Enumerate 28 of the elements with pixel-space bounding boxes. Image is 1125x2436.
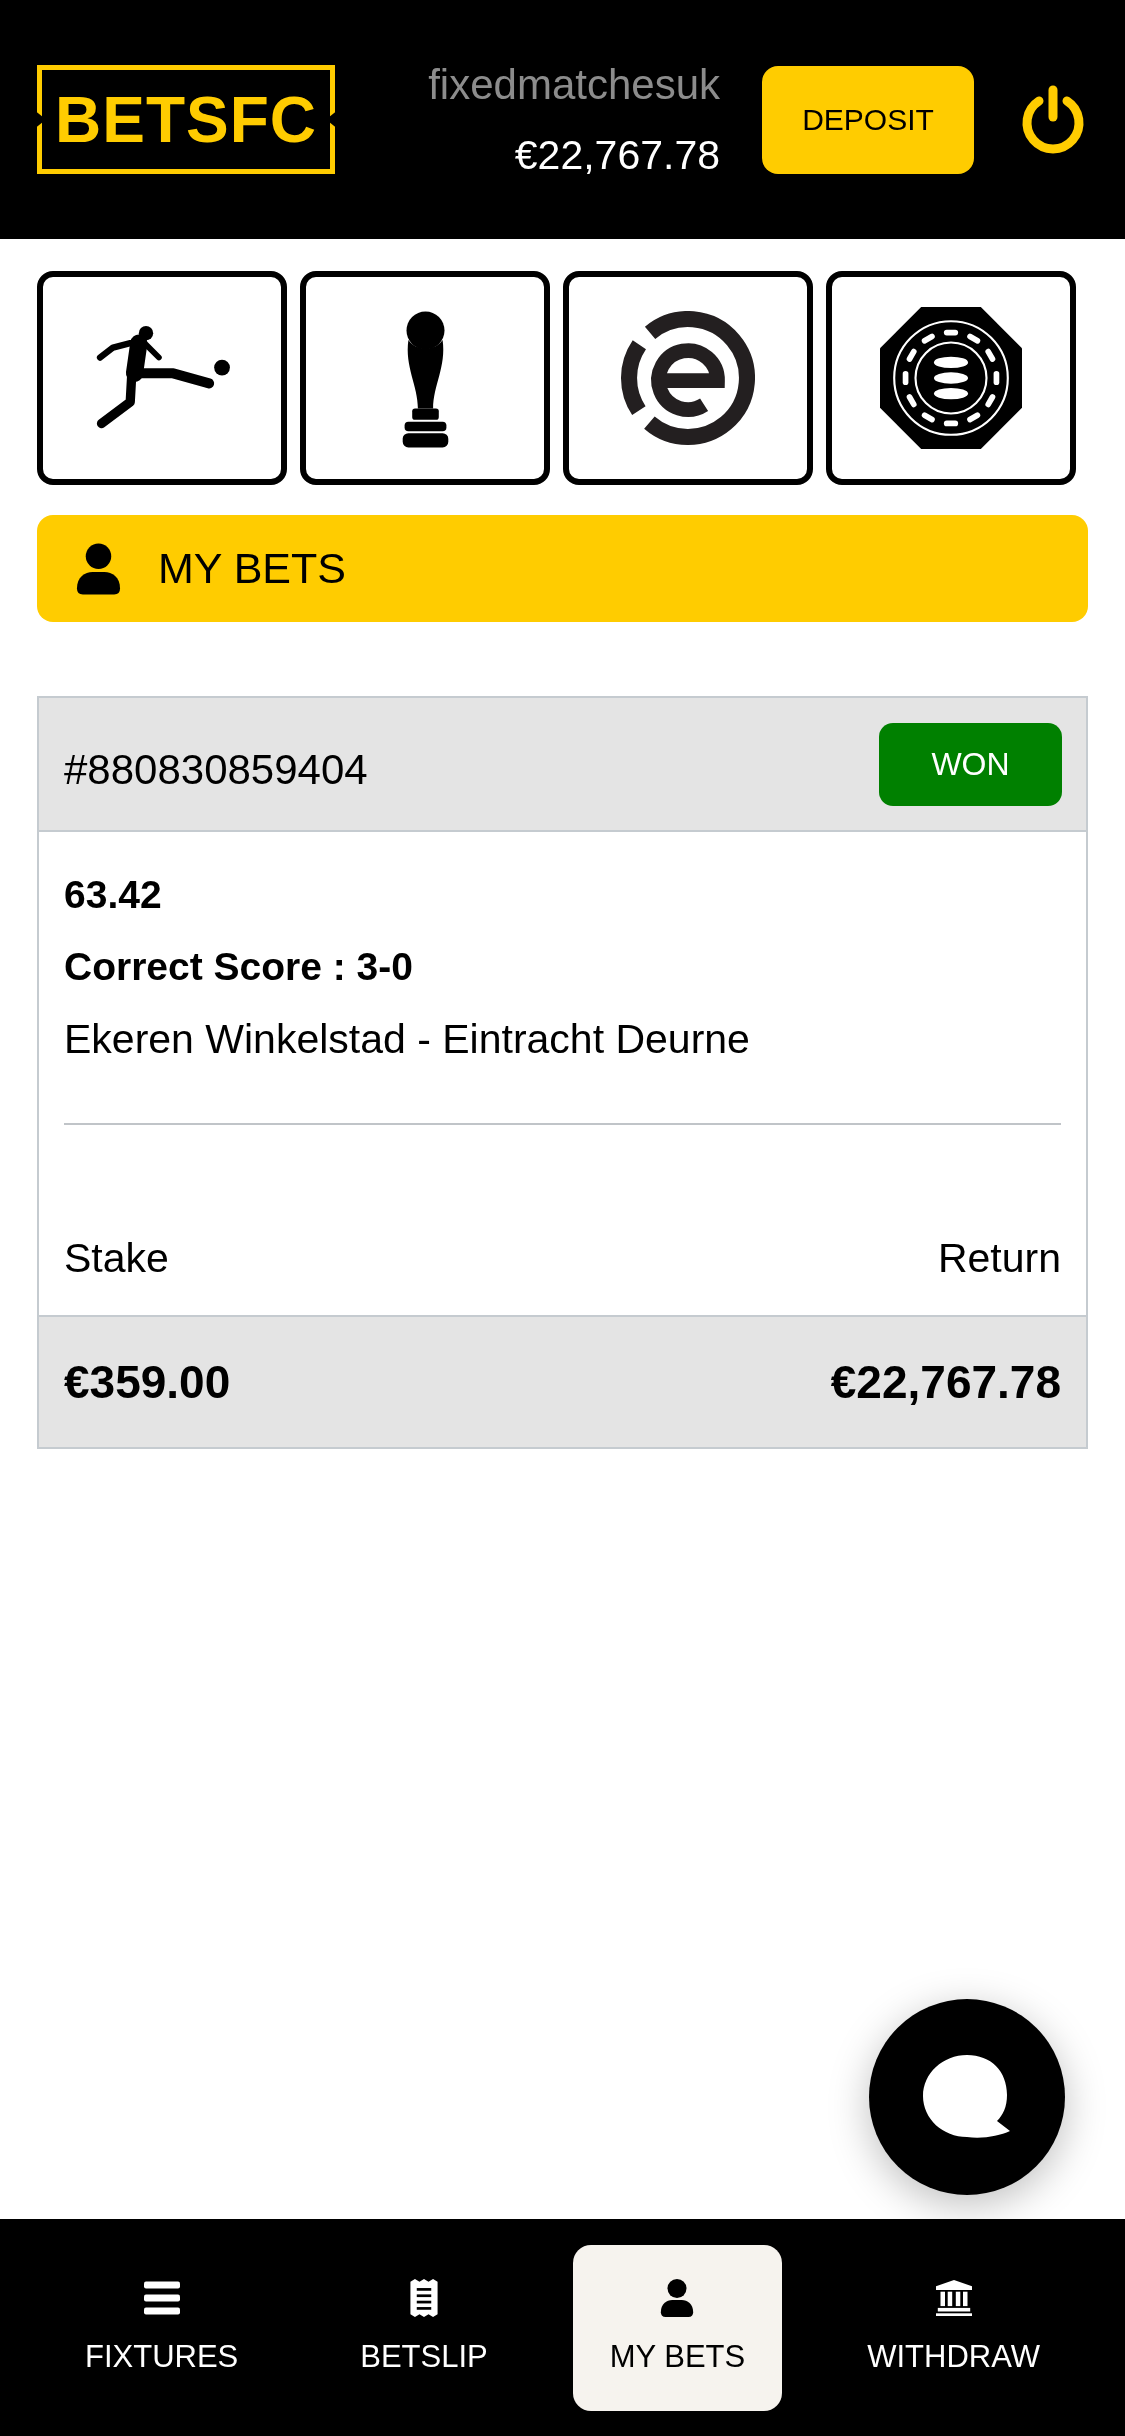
bet-market: Correct Score : 3-0 xyxy=(64,944,414,990)
bank-icon xyxy=(935,2278,972,2317)
nav-tab[interactable]: FIXTURES xyxy=(47,2244,276,2411)
stake-amount: €359.00 xyxy=(64,1355,231,1409)
user-icon xyxy=(659,2278,696,2317)
bet-id: #880830859404 xyxy=(64,745,368,794)
return-label: Return xyxy=(937,1234,1061,1283)
league-tile[interactable] xyxy=(563,271,813,485)
deposit-button[interactable]: DEPOSIT xyxy=(762,65,974,174)
bet-event: Ekeren Winkelstad - Eintracht Deurne xyxy=(64,1015,751,1064)
logo: BETSFC xyxy=(37,65,335,174)
return-amount: €22,767.78 xyxy=(830,1355,1061,1409)
chat-icon xyxy=(923,2055,1011,2139)
nav-tab[interactable]: MY BETS xyxy=(572,2244,783,2411)
league-tile[interactable] xyxy=(826,271,1076,485)
octagon-crest-icon xyxy=(880,307,1022,449)
nav-tab[interactable]: BETSLIP xyxy=(323,2244,525,2411)
nav-tab[interactable]: WITHDRAW xyxy=(830,2244,1077,2411)
section-title: MY BETS xyxy=(158,544,346,593)
stake-label: Stake xyxy=(64,1234,169,1283)
bet-status-badge: WON xyxy=(879,722,1062,806)
account-balance: €22,767.78 xyxy=(513,130,720,180)
league-tile[interactable] xyxy=(300,271,550,485)
ring-emblem-icon xyxy=(621,311,755,445)
username: fixedmatchesuk xyxy=(428,59,720,110)
user-icon xyxy=(75,542,122,595)
bet-odds: 63.42 xyxy=(64,872,163,918)
league-tile[interactable] xyxy=(37,271,287,485)
